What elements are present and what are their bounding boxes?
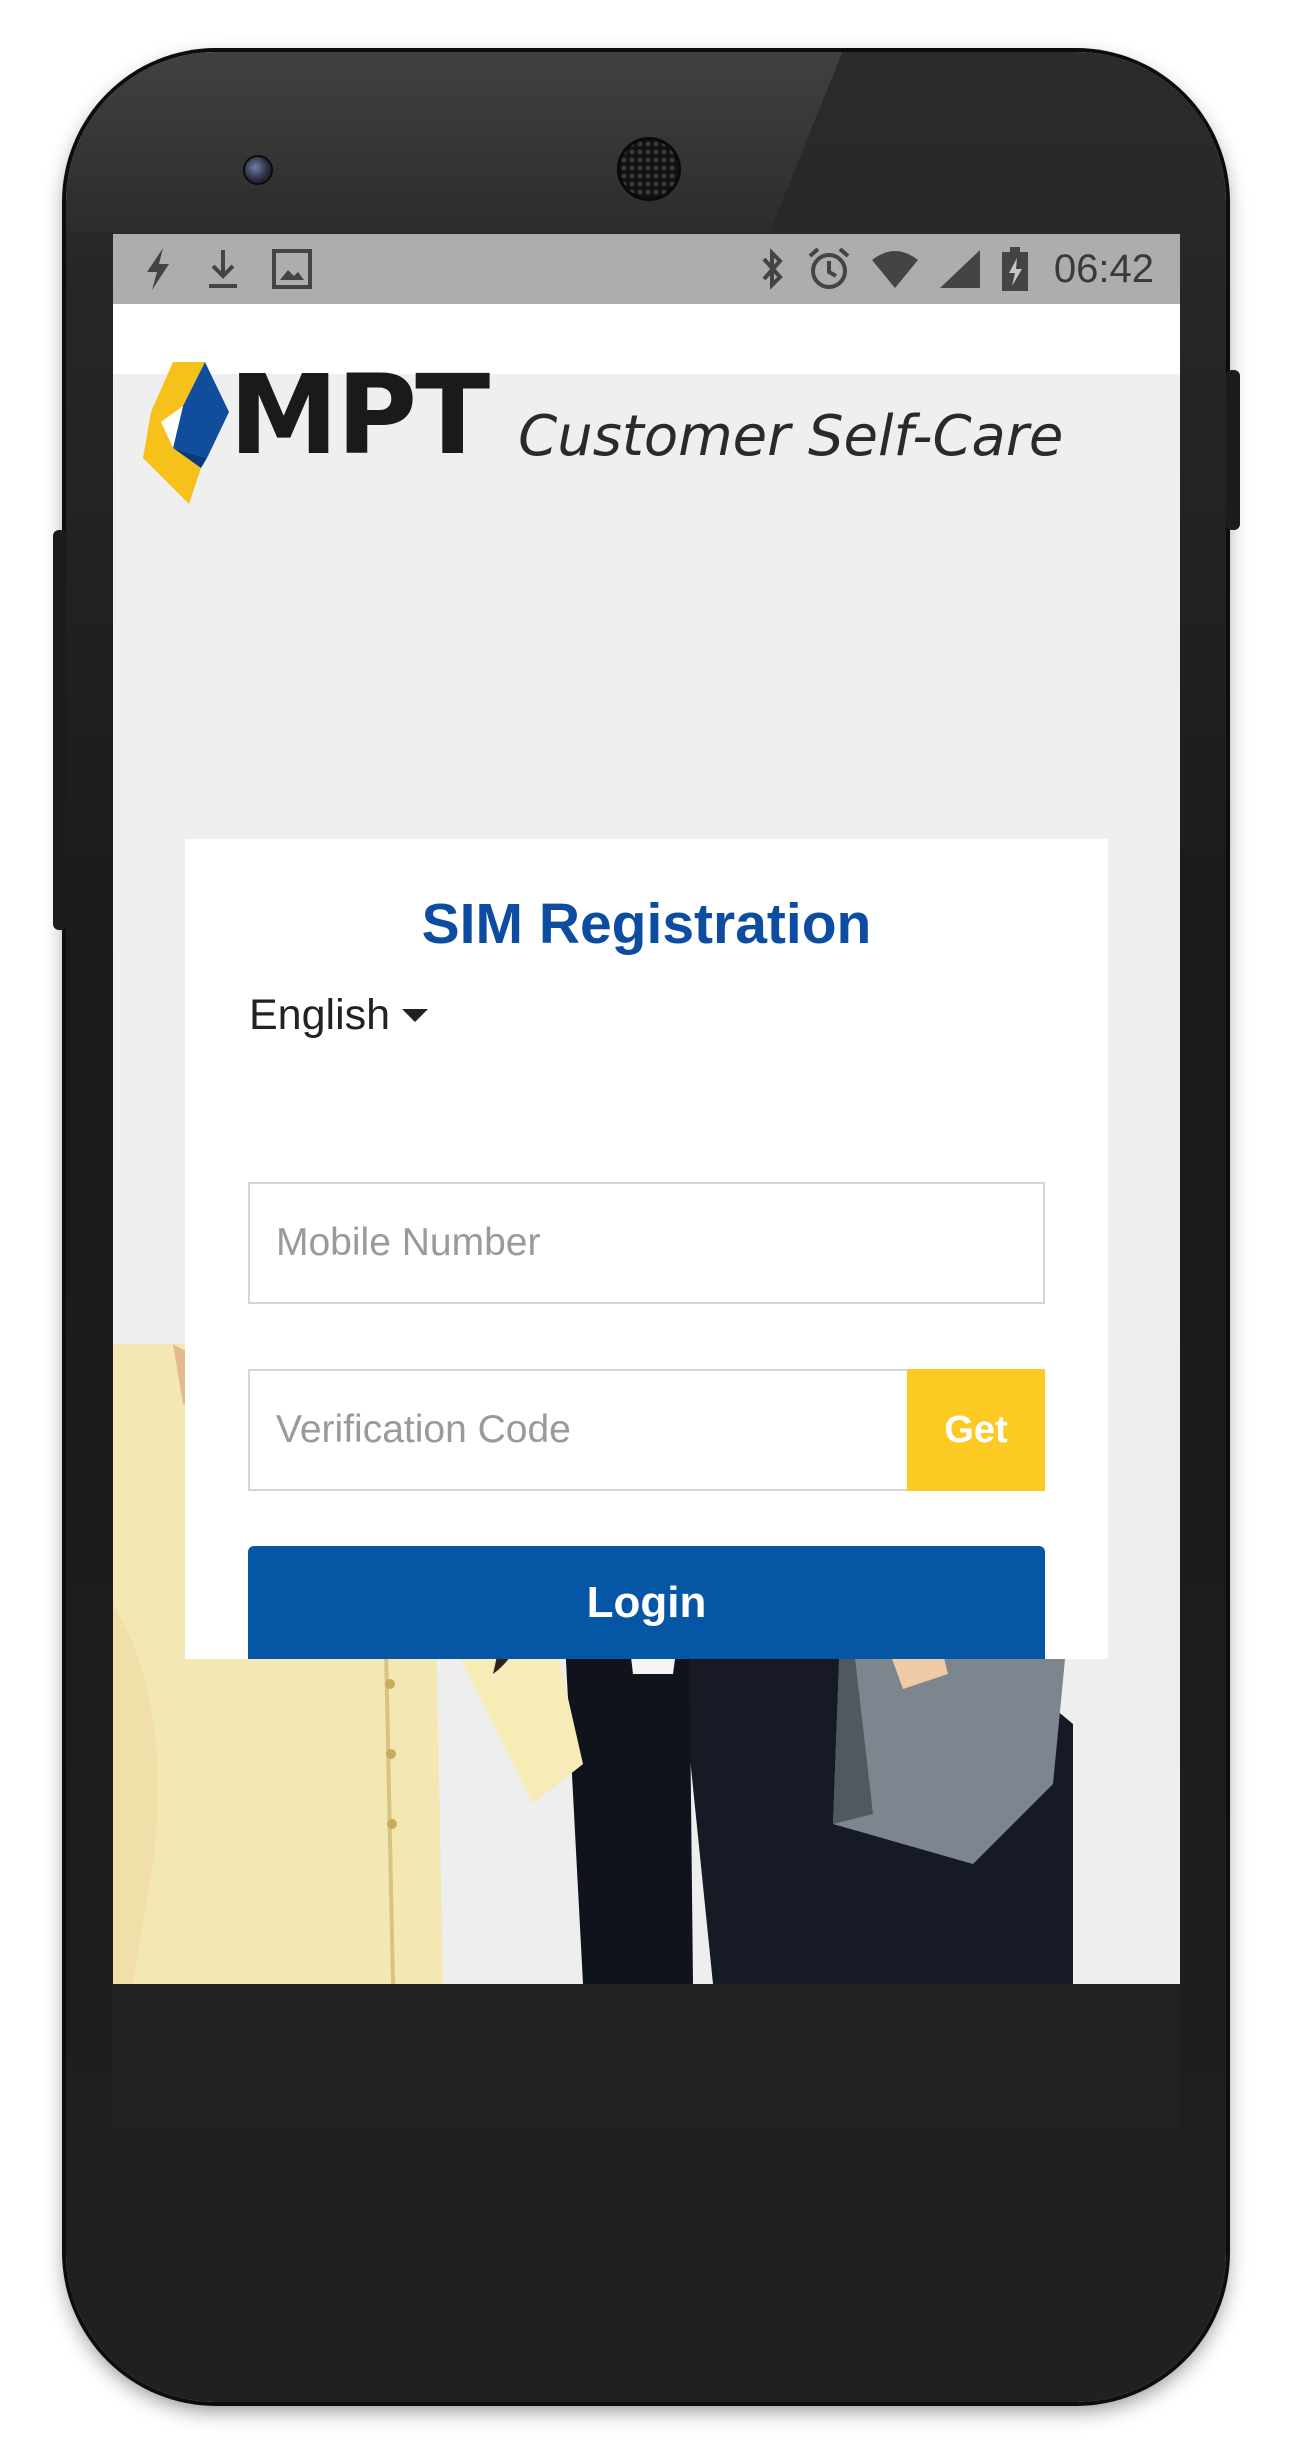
registration-card: SIM Registration English Get Login [185,839,1108,1659]
language-label: English [249,991,391,1039]
power-button [1226,370,1240,530]
page-title: SIM Registration [421,892,872,956]
wifi-icon [871,251,918,288]
navigation-bar [113,1984,1180,2133]
light-sensor [1042,162,1052,172]
verification-code-field[interactable]: Get [248,1369,1045,1491]
login-button[interactable]: Login [248,1546,1045,1659]
bluetooth-icon [762,248,783,290]
flash-icon [147,248,169,290]
phone-screen: 06:42 MPT Customer Self-Care SIM Registr… [113,234,1180,2133]
brand-name: MPT [229,351,490,479]
signal-icon [939,250,980,288]
earpiece-speaker [617,137,681,201]
image-icon [272,249,312,289]
caret-down-icon [402,1009,429,1022]
battery-charging-icon [1001,247,1028,291]
mobile-number-input[interactable] [250,1184,1043,1302]
download-icon [209,250,237,288]
get-code-button[interactable]: Get [907,1369,1045,1491]
status-bar: 06:42 [113,234,1180,304]
app-content: MPT Customer Self-Care SIM Registration … [113,304,1180,1984]
mpt-logo-icon [143,362,229,504]
alarm-icon [808,247,850,289]
mobile-number-field[interactable] [248,1182,1045,1304]
proximity-sensor [1012,162,1022,172]
status-time: 06:42 [1053,246,1154,291]
brand-header: MPT Customer Self-Care [143,351,1064,504]
verification-code-input[interactable] [250,1371,910,1489]
brand-tagline: Customer Self-Care [518,404,1064,469]
volume-button [53,530,67,930]
language-selector[interactable]: English [249,991,429,1040]
front-camera-icon [243,155,273,185]
